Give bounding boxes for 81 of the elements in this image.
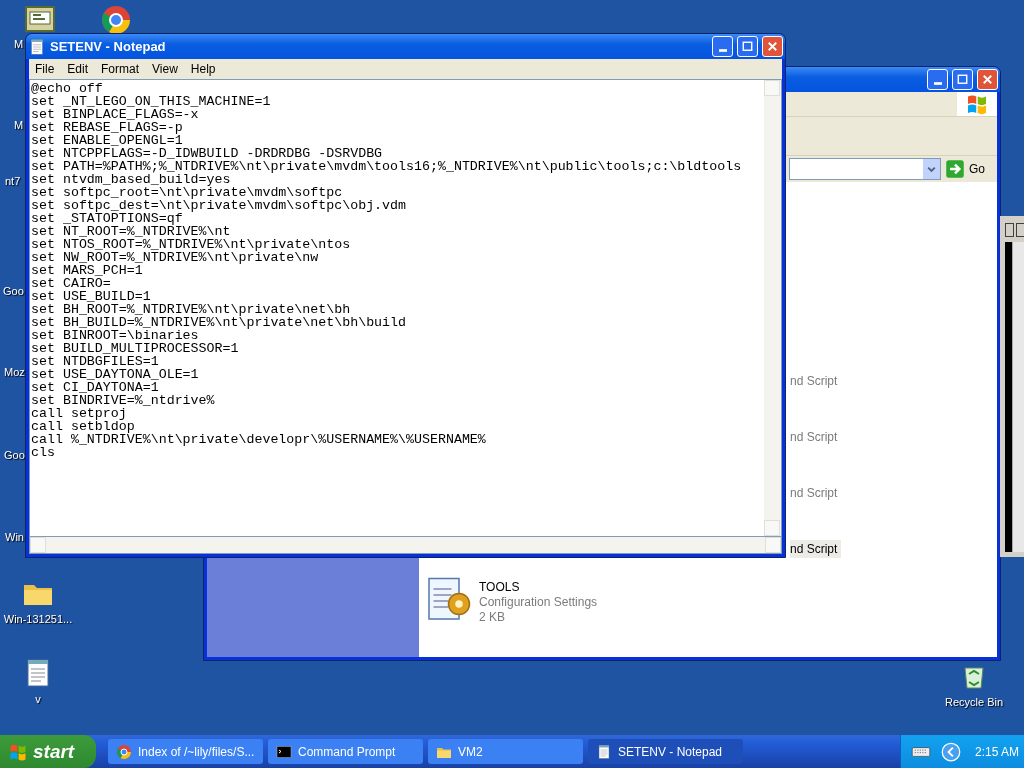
icon-label: M	[14, 119, 24, 131]
text-line: set NTCPPFLAGS=-D_IDWBUILD -DRDRDBG -DSRVDBG	[31, 147, 384, 160]
text-line: call setproj	[31, 407, 127, 420]
menu-item[interactable]: Help	[184, 62, 222, 76]
menu-item[interactable]: View	[146, 62, 184, 76]
text-line: set ntvdm_based_build=yes	[31, 173, 231, 186]
text-line: @echo off	[31, 82, 104, 95]
icon-label: M	[14, 38, 24, 50]
taskbar-button[interactable]: Index of /~lily/files/S...	[108, 739, 263, 764]
text-line: set _STATOPTIONS=qf	[31, 212, 183, 225]
clock: 2:15 AM	[975, 744, 1020, 759]
text-line: set BH_BUILD=%_NTDRIVE%\nt\private\net\bh\build	[31, 316, 408, 329]
start-button[interactable]: start	[0, 735, 96, 768]
icon-label: v	[35, 693, 41, 705]
text-line: set CAIRO=	[31, 277, 112, 290]
icon-label: Goo	[4, 449, 25, 461]
text-line: set BH_ROOT=%_NTDRIVE%\nt\private\net\bh	[31, 303, 351, 316]
address-field[interactable]	[789, 158, 941, 180]
window-title: SETENV - Notepad	[50, 39, 167, 54]
minimize-button[interactable]	[927, 69, 948, 90]
menu-item[interactable]: Edit	[61, 62, 95, 76]
minimize-button[interactable]	[712, 36, 733, 57]
maximize-icon	[740, 39, 755, 54]
taskbar-button[interactable]: VM2	[428, 739, 583, 764]
scrollbar[interactable]	[1012, 242, 1024, 552]
close-button[interactable]	[1016, 223, 1024, 237]
file-type-label[interactable]: nd Script	[790, 372, 842, 390]
icon-label: Goo	[3, 285, 24, 297]
go-button[interactable]: Go	[945, 159, 993, 179]
text-line: set NTDBGFILES=1	[31, 355, 160, 368]
icon-label: Win-131251...	[3, 613, 73, 625]
file-name[interactable]: TOOLS	[479, 580, 598, 594]
text-line: call setbldop	[31, 420, 135, 433]
text-line: set MARS_PCH=1	[31, 264, 143, 277]
text-line: set NW_ROOT=%_NTDRIVE%\nt\private\nw	[31, 251, 319, 264]
text-line: set NTOS_ROOT=%_NTDRIVE%\nt\private\ntos	[31, 238, 352, 251]
minimize-icon	[718, 49, 727, 52]
windows-flag-icon	[965, 92, 989, 116]
text-line: set NT_ROOT=%_NTDRIVE%\nt	[31, 225, 232, 238]
console-icon	[276, 743, 292, 760]
dropdown-button[interactable]	[923, 159, 940, 179]
text-line: set CI_DAYTONA=1	[31, 381, 160, 394]
notepad-icon	[596, 743, 612, 760]
close-icon	[765, 39, 780, 54]
file-type: Configuration Settings	[479, 595, 598, 609]
icon-label: Recycle Bin	[944, 696, 1004, 708]
browser-icon[interactable]	[100, 4, 132, 36]
text-line: set BINROOT=\binaries	[31, 329, 199, 342]
text-line: set BINPLACE_FLAGS=-x	[31, 108, 200, 121]
maximize-icon	[955, 72, 970, 87]
taskbar-button[interactable]: Command Prompt	[268, 739, 423, 764]
taskbar-button[interactable]: SETENV - Notepad	[588, 739, 743, 764]
close-icon	[980, 72, 995, 87]
icon-label: Win	[5, 531, 24, 543]
text-line: set softpc_dest=\nt\private\mvdm\softpc\obj.vdm	[31, 199, 408, 212]
text-line: set BINDRIVE=%_ntdrive%	[31, 394, 216, 407]
icon-label: nt7	[5, 175, 21, 187]
file-size: 2 KB	[479, 610, 506, 624]
notepad-icon	[28, 37, 46, 56]
menu-item[interactable]: File	[29, 62, 61, 76]
text-line: set USE_BUILD=1	[31, 290, 152, 303]
text-line: set BUILD_MULTIPROCESSOR=1	[31, 342, 240, 355]
text-line: set ENABLE_OPENGL=1	[31, 134, 184, 147]
text-line: set softpc_root=\nt\private\mvdm\softpc	[31, 186, 343, 199]
text-line: set REBASE_FLAGS=-p	[31, 121, 184, 134]
browser-icon	[116, 743, 132, 760]
scrollbar[interactable]	[764, 80, 781, 536]
chevron-icon[interactable]	[941, 741, 961, 762]
minimize-icon	[933, 82, 942, 85]
text-line: set PATH=%PATH%;%_NTDRIVE%\nt\private\mvdm\tools16;%_NTDRIVE%\nt\public\tools;c:\bldtools	[31, 160, 743, 173]
menu-item[interactable]: Format	[95, 62, 146, 76]
text-line: call %_NTDRIVE%\nt\private\developr\%USERNAME%\%USERNAME%	[31, 433, 487, 446]
file-type-label[interactable]: nd Script	[790, 484, 842, 502]
text-line: set USE_DAYTONA_OLE=1	[31, 368, 200, 381]
text-line: set _NT_LEGO_ON_THIS_MACHINE=1	[31, 95, 272, 108]
scrollbar[interactable]	[29, 537, 782, 554]
icon-label: Moz	[4, 366, 25, 378]
maximize-button[interactable]	[1005, 223, 1014, 237]
text-line: cls	[31, 446, 56, 459]
file-type-label[interactable]: nd Script	[790, 540, 842, 558]
file-type-label[interactable]: nd Script	[790, 428, 842, 446]
